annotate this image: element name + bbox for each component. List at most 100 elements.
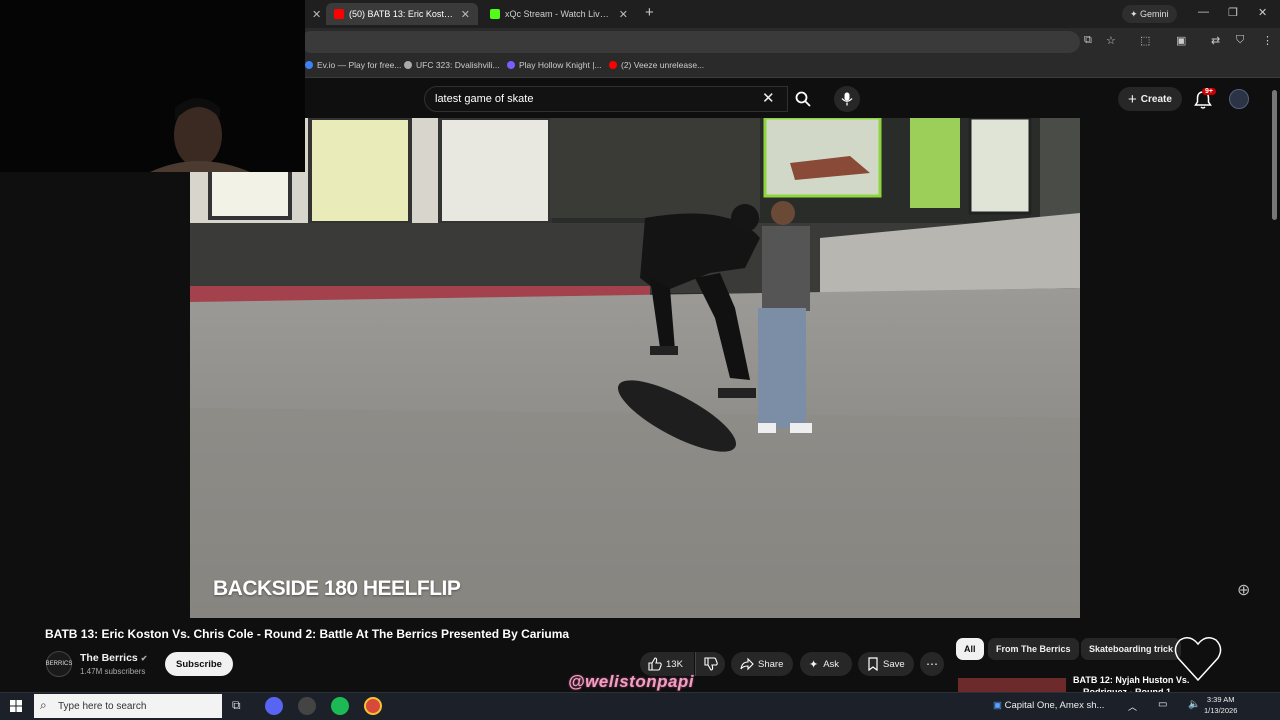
network-icon[interactable]: ▭: [1158, 699, 1167, 710]
translate-captions-icon[interactable]: ⊕: [1237, 580, 1250, 600]
shield-icon[interactable]: ⛉: [1236, 34, 1244, 47]
discord-icon[interactable]: [265, 697, 283, 715]
plus-icon: +: [1128, 90, 1137, 108]
search-icon: [795, 91, 811, 107]
bookmark-favicon-icon: [305, 61, 313, 69]
like-count: 13K: [666, 658, 683, 670]
news-widget[interactable]: ▣ Capital One, Amex sh...: [993, 700, 1104, 711]
tab-youtube[interactable]: (50) BATB 13: Eric Koston Vs ✕: [326, 3, 478, 25]
bookmark-favicon-icon: [404, 61, 412, 69]
channel-name-text: The Berrics: [80, 652, 138, 664]
spectator-figure: [758, 201, 812, 433]
account-avatar[interactable]: [1229, 89, 1249, 109]
extensions-icon[interactable]: ⬚: [1140, 34, 1150, 47]
bookmark-label: (2) Veeze unrelease...: [621, 60, 705, 70]
taskbar-search-input[interactable]: Type here to search: [34, 694, 222, 718]
stream-watermark: @welistonpapi: [568, 672, 695, 691]
share-label: Share: [758, 658, 784, 670]
close-icon[interactable]: ✕: [461, 8, 470, 21]
sparkle-icon: ✦: [1130, 8, 1141, 19]
tray-chevron-icon[interactable]: ︿: [1128, 700, 1137, 713]
webcam-overlay: [0, 0, 305, 172]
bookmark-favicon-icon: [507, 61, 515, 69]
subscribe-button[interactable]: Subscribe: [165, 652, 233, 676]
video-caption: BACKSIDE 180 HEELFLIP: [213, 577, 461, 600]
gemini-label: Gemini: [1140, 9, 1169, 19]
chip-skateboarding-trick[interactable]: Skateboarding trick: [1081, 638, 1182, 660]
search-button[interactable]: [788, 86, 818, 112]
create-button[interactable]: + Create: [1118, 87, 1182, 111]
more-dots-icon: ⋯: [926, 657, 938, 671]
taskbar-clock[interactable]: 3:39 AM 1/13/2026: [1204, 694, 1237, 716]
taskbar-search-placeholder: Type here to search: [58, 700, 147, 712]
bookmark-label: UFC 323: Dvalishvili...: [416, 60, 500, 70]
video-title: BATB 13: Eric Koston Vs. Chris Cole - Ro…: [45, 627, 570, 641]
tab-title: (50) BATB 13: Eric Koston Vs: [349, 9, 455, 19]
chip-from-channel[interactable]: From The Berrics: [988, 638, 1079, 660]
thumbs-down-icon: [704, 657, 718, 671]
voice-search-button[interactable]: [834, 86, 860, 112]
sparkle-icon: ✦: [809, 658, 819, 671]
verified-icon: ✔: [140, 654, 148, 663]
channel-avatar-text: BERRICS: [45, 661, 73, 667]
ask-label: Ask: [823, 658, 840, 670]
search-input[interactable]: latest game of skate: [424, 86, 788, 112]
kick-icon: [490, 9, 500, 19]
microphone-icon: [841, 92, 853, 106]
clear-search-icon[interactable]: ✕: [762, 89, 775, 107]
close-icon[interactable]: ✕: [619, 8, 628, 21]
chrome-icon[interactable]: [364, 697, 382, 715]
save-label: Save: [883, 658, 905, 670]
bookmark-item[interactable]: (2) Veeze unrelease...: [609, 60, 704, 70]
window-close-button[interactable]: ✕: [1258, 6, 1267, 19]
maximize-button[interactable]: ❐: [1228, 6, 1238, 19]
tab-kick[interactable]: xQc Stream - Watch Live on Ki ✕: [482, 3, 636, 25]
gemini-button[interactable]: ✦ Gemini: [1122, 5, 1177, 23]
star-icon[interactable]: ☆: [1106, 34, 1116, 47]
bookmark-item[interactable]: UFC 323: Dvalishvili...: [404, 60, 500, 70]
bookmark-favicon-icon: [609, 61, 617, 69]
address-bar[interactable]: [300, 31, 1080, 53]
bookmark-item[interactable]: Ev.io — Play for free...: [305, 60, 401, 70]
chip-all[interactable]: All: [956, 638, 984, 660]
screen: ✕ (50) BATB 13: Eric Koston Vs ✕ xQc Str…: [0, 0, 1280, 720]
more-actions-button[interactable]: ⋯: [920, 652, 944, 676]
taskbar-search-icon: ⌕: [40, 698, 47, 712]
sidepanel-icon[interactable]: ▣: [1176, 34, 1186, 47]
channel-avatar[interactable]: BERRICS: [46, 651, 72, 677]
spotify-icon[interactable]: [331, 697, 349, 715]
clock-date: 1/13/2026: [1204, 706, 1238, 715]
task-view-icon[interactable]: ⧉: [232, 698, 241, 713]
save-button[interactable]: Save: [858, 652, 914, 676]
bookmark-label: Ev.io — Play for free...: [317, 60, 402, 70]
volume-icon[interactable]: 🔈: [1188, 699, 1200, 710]
create-label: Create: [1140, 93, 1172, 105]
video-frame-image: [190, 118, 1080, 618]
screenshot-icon[interactable]: ⧉: [1084, 34, 1092, 47]
subscriber-count: 1.47M subscribers: [80, 667, 146, 676]
bookmark-label: Play Hollow Knight |...: [519, 60, 602, 70]
translate-icon[interactable]: ⇄: [1211, 34, 1220, 47]
new-tab-button[interactable]: +: [645, 4, 654, 21]
minimize-button[interactable]: —: [1198, 6, 1209, 18]
bookmark-item[interactable]: Play Hollow Knight |...: [507, 60, 602, 70]
video-player[interactable]: [190, 118, 1080, 618]
bookmark-icon: [868, 657, 878, 671]
notification-badge: 9+: [1202, 88, 1216, 95]
dislike-button[interactable]: [695, 652, 725, 676]
youtube-icon: [334, 9, 344, 19]
share-icon: [740, 657, 754, 671]
obs-icon[interactable]: [298, 697, 316, 715]
tab-title: xQc Stream - Watch Live on Ki: [505, 9, 613, 19]
share-button[interactable]: Share: [731, 652, 793, 676]
thumbs-up-icon: [648, 657, 662, 671]
channel-name[interactable]: The Berrics ✔: [80, 652, 147, 664]
tab-close-prev[interactable]: ✕: [306, 3, 322, 25]
windows-start-icon[interactable]: [10, 700, 22, 712]
news-icon: ▣: [993, 700, 1002, 711]
ask-button[interactable]: ✦ Ask: [800, 652, 852, 676]
menu-icon[interactable]: ⋮: [1262, 34, 1273, 47]
news-text: Capital One, Amex sh...: [1004, 700, 1105, 711]
scrollbar-thumb[interactable]: [1272, 90, 1277, 220]
streamer-face-image: [150, 98, 250, 172]
